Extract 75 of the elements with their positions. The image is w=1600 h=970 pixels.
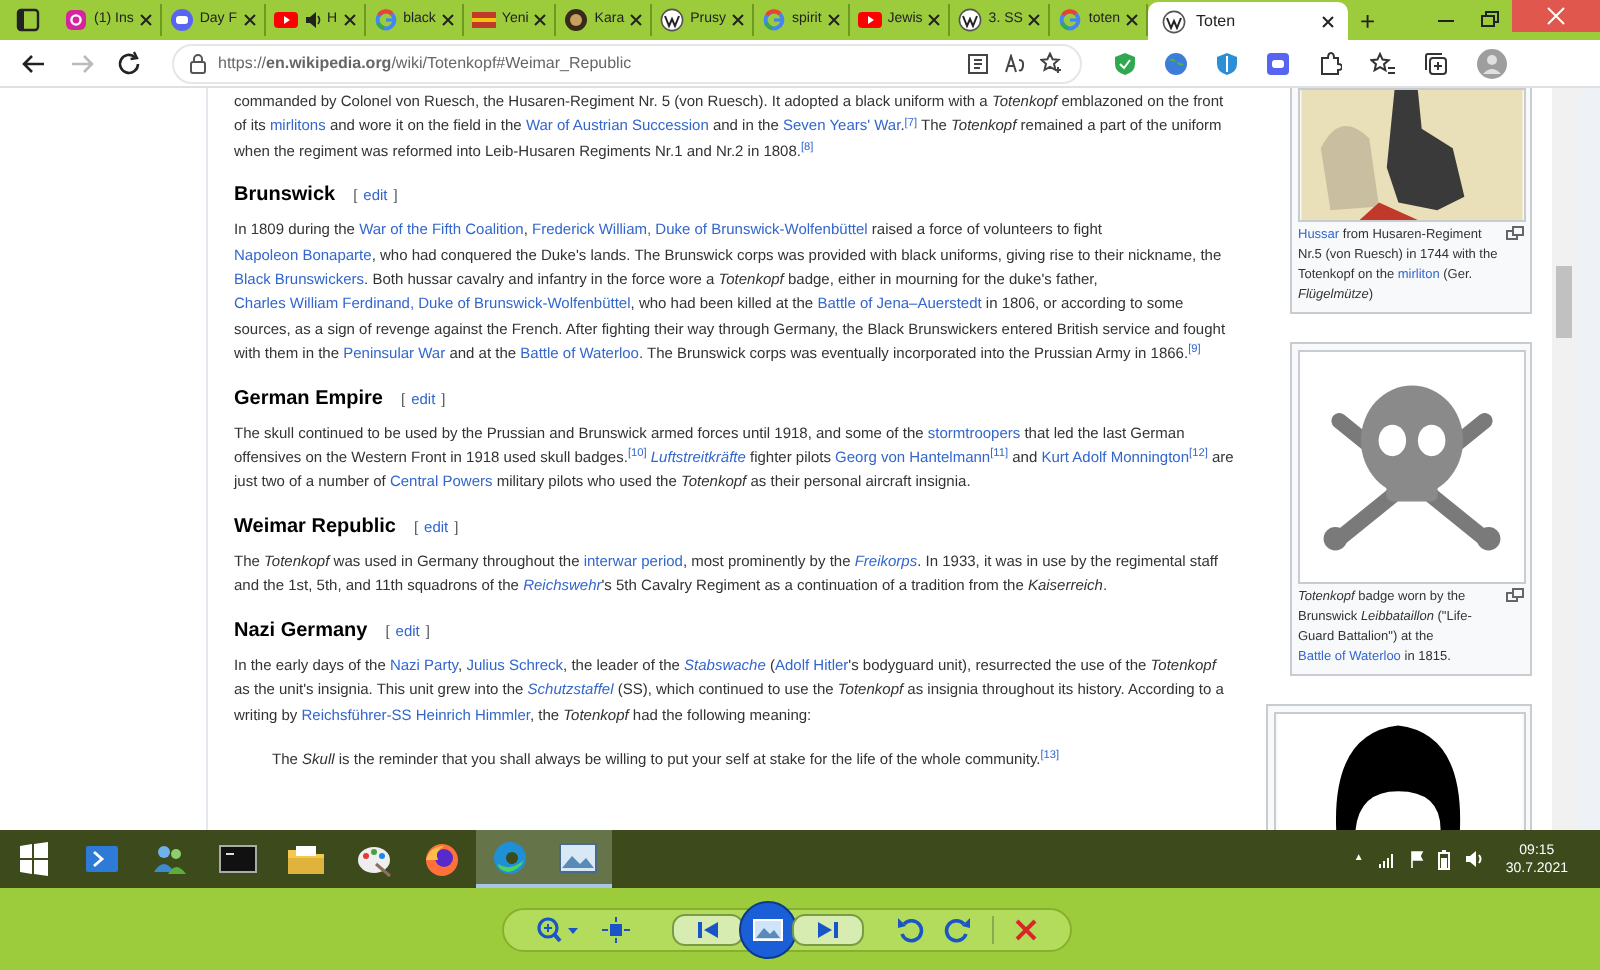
next-icon[interactable] <box>791 913 863 945</box>
url-text: https://en.wikipedia.org/wiki/Totenkopf#Weimar_Republic <box>218 51 634 75</box>
google-icon <box>373 8 398 32</box>
tab-title: Toten <box>1196 10 1238 34</box>
close-icon[interactable] <box>534 14 547 26</box>
fit-to-window-icon[interactable] <box>599 915 631 943</box>
taskbar-app[interactable] <box>476 830 544 888</box>
rotate-left-icon[interactable] <box>895 915 923 943</box>
previous-icon[interactable] <box>671 913 743 945</box>
close-icon[interactable] <box>630 14 643 26</box>
scrollbar-thumb[interactable] <box>1556 266 1572 338</box>
terminal-icon <box>218 839 258 879</box>
section-heading: German Empire <box>234 385 383 414</box>
new-tab-button[interactable]: + <box>1360 7 1376 33</box>
youtube-icon <box>857 8 882 32</box>
picture-icon <box>558 837 598 877</box>
close-icon[interactable] <box>1126 14 1138 26</box>
puzzle-icon[interactable] <box>1318 51 1342 75</box>
article-link[interactable]: [10] <box>627 448 647 467</box>
edge-icon <box>490 837 530 877</box>
enlarge-icon[interactable] <box>1506 226 1524 240</box>
article-link[interactable]: [7] <box>904 116 918 135</box>
close-icon[interactable] <box>732 14 744 26</box>
favorites-icon[interactable] <box>1370 51 1396 75</box>
wikipedia-icon <box>1162 10 1186 34</box>
section-heading: Weimar Republic <box>234 513 396 542</box>
article-link[interactable]: [11] <box>990 448 1009 467</box>
slideshow-icon[interactable] <box>737 899 797 959</box>
discord-icon <box>169 8 194 32</box>
close-icon[interactable] <box>343 14 356 26</box>
delete-icon[interactable] <box>1013 917 1037 941</box>
close-icon[interactable] <box>1028 14 1041 26</box>
reader-view-icon[interactable] <box>968 53 992 73</box>
zoom-icon[interactable] <box>535 915 579 943</box>
close-icon[interactable] <box>243 14 256 26</box>
rotate-right-icon[interactable] <box>943 915 971 943</box>
close-icon[interactable] <box>1322 16 1334 28</box>
taskbar-app[interactable] <box>544 830 612 888</box>
article-link[interactable]: [9] <box>1188 344 1201 363</box>
signal-icon[interactable] <box>1377 851 1396 867</box>
article-link[interactable]: [8] <box>800 141 814 160</box>
article-link[interactable]: [12] <box>1189 448 1208 467</box>
google-icon <box>762 8 786 32</box>
collections-icon[interactable] <box>1424 51 1448 75</box>
profile-avatar-icon[interactable] <box>1476 47 1508 79</box>
wikipedia-icon <box>958 8 983 32</box>
shield-icon[interactable] <box>1114 51 1136 75</box>
round-logo-icon <box>564 8 589 32</box>
firefox-icon <box>422 839 462 879</box>
speaker-icon[interactable] <box>1463 850 1484 868</box>
wikipedia-icon <box>660 8 685 32</box>
article-link[interactable]: [13] <box>1040 749 1060 768</box>
close-icon[interactable] <box>139 14 152 26</box>
speaker-icon[interactable] <box>303 10 322 30</box>
google-icon <box>1058 8 1083 32</box>
section-heading: Nazi Germany <box>234 617 368 646</box>
striped-logo-icon <box>471 8 496 32</box>
browser-tab[interactable]: Toten <box>1148 2 1348 42</box>
enlarge-icon[interactable] <box>1506 588 1524 602</box>
scrollbar[interactable] <box>1552 88 1580 830</box>
read-aloud-icon[interactable] <box>1004 53 1028 73</box>
flag-icon[interactable] <box>1409 850 1424 868</box>
youtube-icon <box>273 8 298 32</box>
close-icon[interactable] <box>827 14 840 26</box>
close-icon[interactable] <box>441 14 454 26</box>
instagram-icon <box>64 8 88 32</box>
discord-icon[interactable] <box>1266 51 1290 75</box>
address-bar[interactable]: https://en.wikipedia.org/wiki/Totenkopf#Weimar_Republic <box>172 43 1082 83</box>
lock-icon <box>190 53 206 73</box>
section-heading: Brunswick <box>234 182 336 211</box>
globe-icon[interactable] <box>1164 51 1188 75</box>
star-add-icon[interactable] <box>1040 52 1064 74</box>
close-icon[interactable] <box>928 14 941 26</box>
battery-icon[interactable] <box>1437 849 1450 869</box>
shield-icon[interactable] <box>1216 51 1238 75</box>
